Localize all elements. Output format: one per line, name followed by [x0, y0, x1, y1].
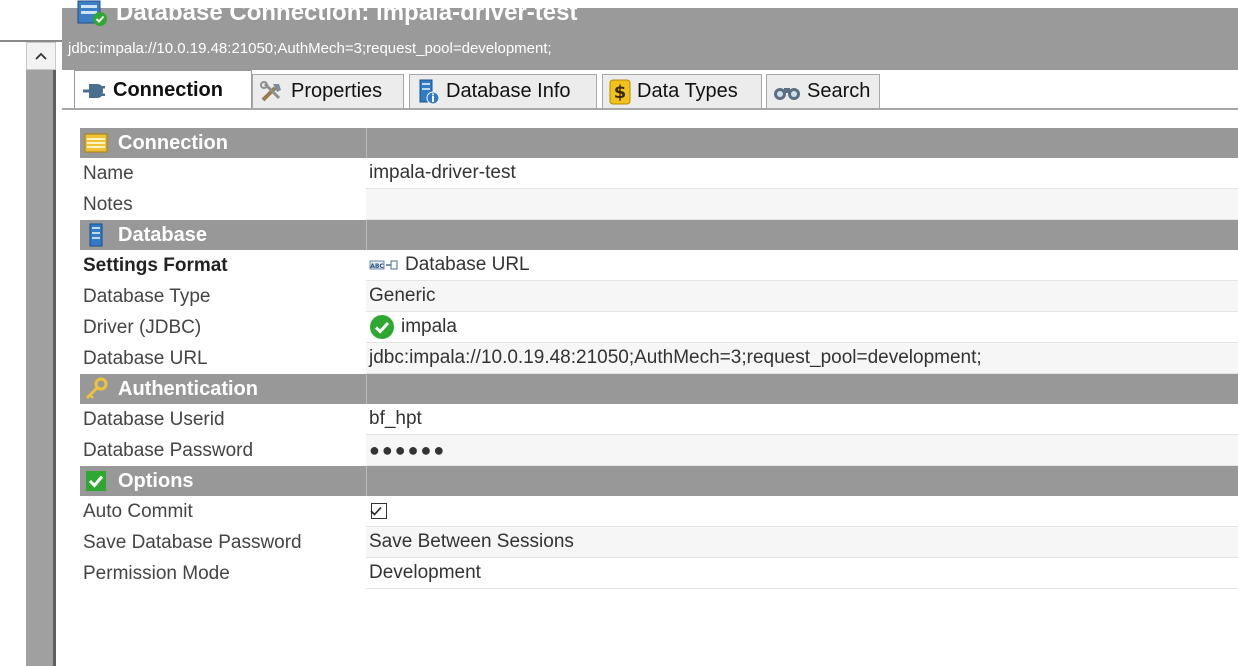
database-info-icon	[419, 79, 440, 104]
connection-url: jdbc:impala://10.0.19.48:21050;AuthMech=…	[68, 40, 552, 57]
window-corner	[0, 0, 62, 40]
row-permission-mode: Permission Mode Development	[80, 558, 1238, 589]
row-name: Name impala-driver-test	[80, 158, 1238, 189]
section-title: Database	[118, 223, 207, 246]
save-password-select[interactable]: Save Between Sessions	[366, 527, 1238, 558]
tab-strip: Connection Properties Database Info $ Da…	[62, 70, 1238, 110]
row-password: Database Password ●●●●●●	[80, 435, 1238, 466]
tab-properties[interactable]: Properties	[252, 74, 404, 108]
auto-commit-checkbox[interactable]	[370, 503, 387, 519]
database-type-select[interactable]: Generic	[366, 281, 1238, 312]
driver-value: impala	[401, 316, 457, 337]
row-label: Save Database Password	[83, 531, 302, 553]
connection-properties-panel: Connection Name impala-driver-test Notes…	[80, 128, 1238, 589]
chevron-up-icon	[35, 52, 47, 60]
tab-label: Database Info	[446, 80, 571, 102]
section-authentication: Authentication	[80, 374, 1238, 404]
check-icon	[370, 506, 382, 516]
check-circle-icon	[370, 315, 394, 339]
tab-connection[interactable]: Connection	[74, 70, 252, 110]
row-settings-format: Settings Format ABC Database URL	[80, 250, 1238, 281]
notes-field[interactable]	[366, 189, 1238, 220]
password-field[interactable]: ●●●●●●	[366, 435, 1238, 466]
dollar-icon: $	[609, 79, 631, 104]
settings-format-value: Database URL	[405, 254, 530, 275]
tab-data-types[interactable]: $ Data Types	[602, 74, 762, 108]
row-notes: Notes	[80, 189, 1238, 220]
section-title: Options	[118, 469, 194, 492]
row-database-type: Database Type Generic	[80, 281, 1238, 312]
scrollbar-edge	[53, 70, 56, 666]
vertical-scrollbar[interactable]	[26, 70, 56, 666]
section-title: Authentication	[118, 377, 258, 400]
row-driver: Driver (JDBC) impala	[80, 312, 1238, 343]
section-database: Database	[80, 220, 1238, 250]
row-label: Database URL	[83, 347, 208, 369]
tab-label: Data Types	[637, 80, 738, 102]
tab-label: Connection	[113, 79, 223, 101]
database-connection-icon	[77, 0, 107, 26]
auto-commit-cell	[366, 496, 1238, 527]
database-url-field[interactable]: jdbc:impala://10.0.19.48:21050;AuthMech=…	[366, 343, 1238, 374]
row-database-url: Database URL jdbc:impala://10.0.19.48:21…	[80, 343, 1238, 374]
driver-select[interactable]: impala	[366, 312, 1238, 343]
name-field[interactable]: impala-driver-test	[366, 158, 1238, 189]
row-label: Database Password	[83, 439, 254, 461]
row-label: Database Userid	[83, 408, 225, 430]
left-gutter	[0, 42, 26, 666]
settings-format-select[interactable]: ABC Database URL	[366, 250, 1238, 281]
tools-icon	[260, 80, 281, 101]
row-label: Name	[83, 162, 134, 184]
row-label: Permission Mode	[83, 562, 230, 584]
tab-strip-border	[62, 108, 1238, 110]
permission-mode-select[interactable]: Development	[366, 558, 1238, 589]
title-row: Database Connection: impala-driver-test	[76, 0, 577, 30]
row-label: Driver (JDBC)	[83, 316, 202, 338]
svg-text:$: $	[614, 82, 627, 103]
section-connection: Connection	[80, 128, 1238, 158]
database-section-icon	[89, 223, 103, 247]
checkmark-box-icon	[86, 471, 106, 491]
tab-search[interactable]: Search	[766, 74, 880, 108]
row-auto-commit: Auto Commit	[80, 496, 1238, 527]
tab-database-info[interactable]: Database Info	[409, 74, 597, 108]
binoculars-icon	[774, 87, 800, 100]
row-save-password: Save Database Password Save Between Sess…	[80, 527, 1238, 558]
section-options: Options	[80, 466, 1238, 496]
tab-label: Search	[807, 80, 871, 102]
userid-field[interactable]: bf_hpt	[366, 404, 1238, 435]
row-label: Auto Commit	[83, 500, 193, 522]
row-userid: Database Userid bf_hpt	[80, 404, 1238, 435]
scroll-up-button[interactable]	[26, 42, 56, 70]
row-label: Settings Format	[83, 254, 228, 276]
section-title: Connection	[118, 131, 228, 154]
row-label: Database Type	[83, 285, 211, 307]
tab-label: Properties	[291, 80, 383, 102]
connection-section-icon	[84, 133, 108, 153]
row-label: Notes	[83, 193, 133, 215]
key-icon	[85, 377, 108, 400]
svg-text:ABC: ABC	[370, 263, 384, 270]
plug-icon	[83, 83, 105, 98]
url-format-icon: ABC	[369, 260, 398, 270]
page-title: Database Connection: impala-driver-test	[116, 0, 578, 26]
